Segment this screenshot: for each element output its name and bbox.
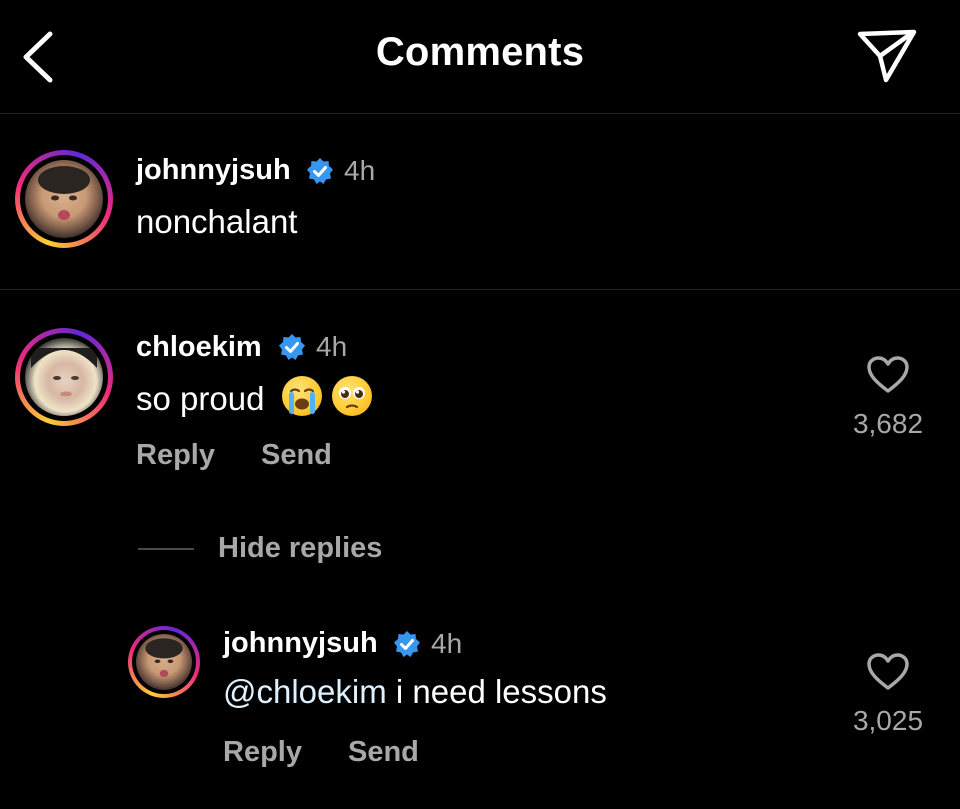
loudly-crying-face-icon [282,376,323,416]
reply-username[interactable]: johnnyjsuh [223,627,378,660]
avatar-image [25,160,103,238]
like-count: 3,025 [852,705,924,736]
comment-timestamp: 4h [316,331,348,362]
reply-text: @chloekim i need lessons [223,673,607,711]
avatar-image [136,634,192,690]
heart-icon [867,653,909,690]
pleading-face-icon [332,376,373,416]
caption-text: nonchalant [136,203,298,240]
comment-username[interactable]: chloekim [136,331,262,364]
avatar[interactable] [15,150,113,248]
comment-text-body: so proud [136,380,265,417]
reply-timestamp: 4h [431,628,463,659]
caption-divider [0,289,960,290]
verified-badge-icon [307,158,333,184]
avatar[interactable] [15,328,113,426]
hide-replies-button[interactable]: Hide replies [218,532,382,565]
caption-timestamp: 4h [344,155,376,186]
avatar[interactable] [128,626,200,698]
like-count: 3,682 [852,408,924,439]
mention-link[interactable]: @chloekim [223,673,387,710]
share-button[interactable] [854,26,920,86]
reply-button[interactable]: Reply [223,736,302,769]
verified-badge-icon [279,334,305,360]
replies-divider-line [138,548,194,550]
like-button[interactable] [866,652,910,692]
reply-button[interactable]: Reply [136,439,215,472]
send-button[interactable]: Send [348,736,419,769]
page-title: Comments [375,30,585,74]
comments-header: Comments [0,0,960,114]
like-button[interactable] [866,355,910,395]
send-button[interactable]: Send [261,439,332,472]
reply-text-body: i need lessons [386,673,607,710]
avatar-image [25,338,103,416]
paper-plane-icon [857,29,917,83]
comment-text: so proud [136,376,373,418]
heart-icon [867,356,909,393]
caption-username[interactable]: johnnyjsuh [136,154,291,187]
verified-badge-icon [394,631,420,657]
